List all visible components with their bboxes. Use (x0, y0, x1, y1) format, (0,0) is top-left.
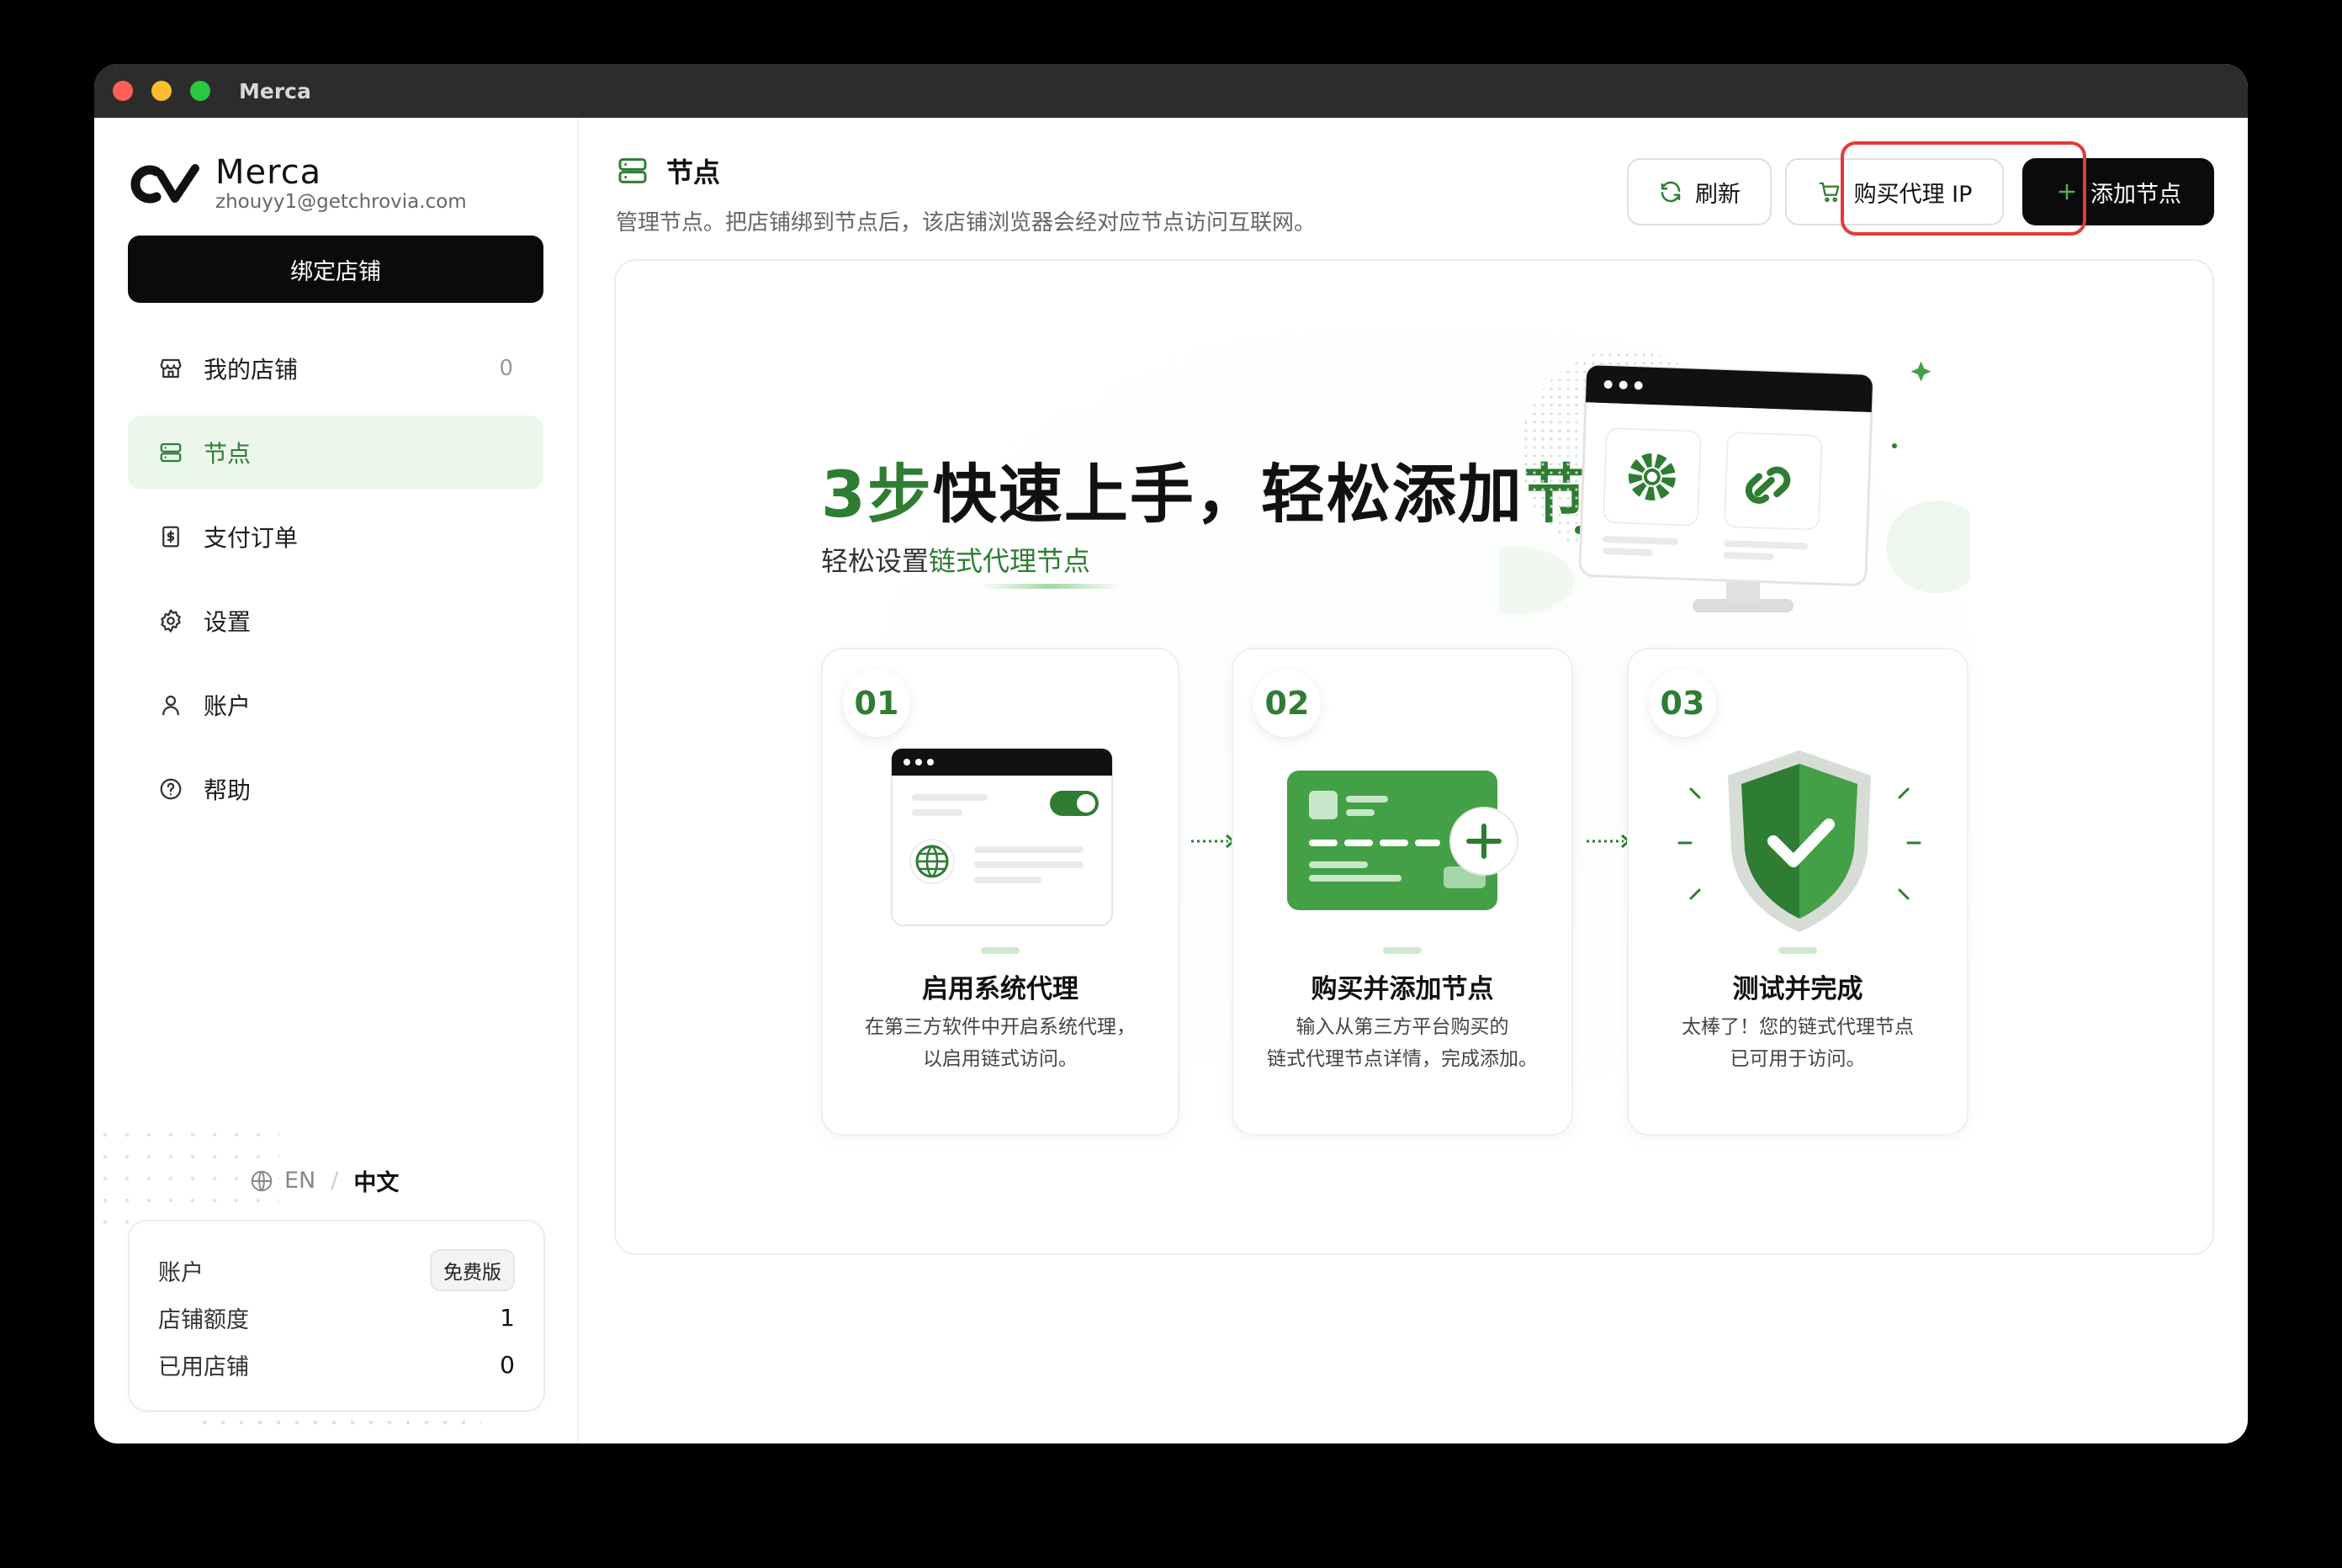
close-window-button[interactable] (113, 81, 133, 101)
account-row: 账户 免费版 (158, 1247, 515, 1294)
step-desc-line: 已可用于访问。 (1730, 1048, 1866, 1070)
step-title: 购买并添加节点 (1311, 974, 1494, 1004)
step-card-3: 03 测试并完成 太棒了！您的链式代理节点 已可用于访问。 (1627, 648, 1968, 1136)
step-desc-line: 链式代理节点详情，完成添加。 (1267, 1048, 1538, 1070)
sidebar-item-label: 设置 (204, 608, 252, 636)
hero-title-middle: 快速上手，轻松添加 (932, 457, 1523, 532)
account-summary-card: 账户 免费版 店铺额度 1 已用店铺 0 (128, 1220, 545, 1412)
cart-icon (1819, 182, 1839, 203)
used-label: 已用店铺 (158, 1353, 249, 1380)
language-switcher: EN / 中文 (249, 1164, 399, 1197)
server-icon (618, 158, 647, 183)
sidebar-item-label: 我的店铺 (204, 356, 299, 384)
user-icon (162, 695, 179, 716)
card-add-illustration (1287, 771, 1518, 910)
step-desc-line: 太棒了！您的链式代理节点 (1682, 1016, 1914, 1038)
sidebar-nav: 我的店铺 0 节点 支付订单 设置 账户 帮助 (128, 331, 543, 826)
refresh-button[interactable]: 刷新 (1627, 158, 1772, 225)
buy-proxy-label: 购买代理 IP (1853, 181, 1973, 208)
receipt-icon (162, 526, 179, 548)
plan-badge: 免费版 (430, 1249, 515, 1291)
shield-check-icon (1677, 750, 1921, 932)
step-number: 03 (1649, 670, 1716, 737)
step-description: 太棒了！您的链式代理节点 已可用于访问。 (1645, 1011, 1950, 1075)
add-node-label: 添加节点 (2090, 181, 2181, 208)
monitor-illustration (1499, 349, 1970, 614)
quota-row: 店铺额度 1 (158, 1294, 515, 1341)
sidebar-item-label: 帮助 (204, 776, 252, 804)
buy-proxy-ip-button[interactable]: 购买代理 IP (1785, 158, 2004, 225)
quota-value: 1 (500, 1303, 515, 1332)
sidebar-item-nodes[interactable]: 节点 (128, 416, 543, 490)
step-desc-line: 输入从第三方平台购买的 (1296, 1016, 1509, 1038)
sidebar-item-my-stores[interactable]: 我的店铺 0 (128, 331, 543, 405)
step-card-1: 01 启用系统代理 在第三方软件中开启系统代理， 以启用链式访问。 (821, 648, 1179, 1136)
arrow-right-icon (1191, 834, 1236, 849)
quota-label: 店铺额度 (158, 1306, 249, 1333)
page-title-text: 节点 (666, 156, 721, 188)
lang-en-option[interactable]: EN (284, 1168, 315, 1194)
step-number: 01 (843, 670, 910, 737)
step-title: 启用系统代理 (922, 974, 1078, 1004)
lang-zh-option[interactable]: 中文 (353, 1164, 399, 1197)
hero-title-steps: 3步 (821, 457, 933, 532)
add-node-button[interactable]: 添加节点 (2022, 158, 2214, 225)
arrow-right-icon (1587, 834, 1631, 849)
step-number: 02 (1253, 670, 1321, 737)
brand-name: Merca (215, 153, 322, 192)
account-title: 账户 (158, 1259, 204, 1286)
merca-logo-icon (130, 164, 199, 204)
sidebar-item-help[interactable]: 帮助 (128, 752, 543, 826)
step-desc-line: 在第三方软件中开启系统代理， (865, 1016, 1136, 1038)
store-count: 0 (499, 356, 513, 381)
step-description: 在第三方软件中开启系统代理， 以启用链式访问。 (840, 1011, 1161, 1075)
step-title: 测试并完成 (1732, 974, 1863, 1004)
hero-sub-b: 链式代理节点 (929, 545, 1091, 577)
globe-icon (251, 1170, 273, 1191)
sidebar-item-label: 支付订单 (204, 524, 299, 552)
step-accent-bar (981, 947, 1020, 954)
gear-icon (161, 609, 181, 633)
used-value: 0 (500, 1350, 515, 1379)
main-content: 节点 管理节点。把店铺绑到节点后，该店铺浏览器会经对应节点访问互联网。 刷新 购… (579, 118, 2248, 1444)
app-window: Merca Merca zhouyy1@getchrovia.com 绑定店铺 (94, 64, 2248, 1444)
hero-sub-a: 轻松设置 (821, 545, 930, 577)
sidebar: Merca zhouyy1@getchrovia.com 绑定店铺 我的店铺 0 (94, 118, 579, 1444)
lang-separator: / (331, 1168, 339, 1194)
empty-state-card: 3步快速上手，轻松添加节点 轻松设置链式代理节点 (614, 259, 2214, 1255)
plus-icon (2059, 183, 2075, 200)
minimize-window-button[interactable] (151, 81, 172, 101)
brand: Merca zhouyy1@getchrovia.com (128, 153, 543, 213)
step-accent-bar (1778, 947, 1817, 954)
browser-toggle-illustration (891, 748, 1113, 926)
refresh-label: 刷新 (1695, 181, 1741, 208)
refresh-icon (1661, 181, 1681, 203)
title-bar: Merca (94, 64, 2248, 118)
user-email: zhouyy1@getchrovia.com (215, 191, 467, 213)
used-row: 已用店铺 0 (158, 1341, 515, 1388)
step-desc-line: 以启用链式访问。 (923, 1048, 1078, 1070)
step-description: 输入从第三方平台购买的 链式代理节点详情，完成添加。 (1250, 1011, 1555, 1075)
subtitle-underline (979, 584, 1122, 589)
server-icon (160, 442, 182, 463)
sidebar-item-account[interactable]: 账户 (128, 668, 543, 742)
sidebar-item-payment-orders[interactable]: 支付订单 (128, 500, 543, 574)
zoom-window-button[interactable] (190, 81, 210, 101)
window-title: Merca (239, 78, 311, 103)
step-card-2: 02 购买并添加节点 输入从第三方平台购买的 链式代理节点详情，完成添加。 (1232, 648, 1573, 1136)
step-accent-bar (1383, 947, 1422, 954)
sidebar-item-label: 节点 (204, 440, 252, 468)
help-icon (160, 778, 182, 800)
decorative-dots-bottom (195, 1413, 481, 1433)
sidebar-item-label: 账户 (204, 692, 252, 720)
hero-subtitle: 轻松设置链式代理节点 (821, 540, 1090, 579)
toolbar: 刷新 购买代理 IP 添加节点 (1627, 158, 2214, 225)
sidebar-item-settings[interactable]: 设置 (128, 584, 543, 658)
bind-store-button[interactable]: 绑定店铺 (128, 236, 543, 303)
store-icon (160, 358, 182, 379)
